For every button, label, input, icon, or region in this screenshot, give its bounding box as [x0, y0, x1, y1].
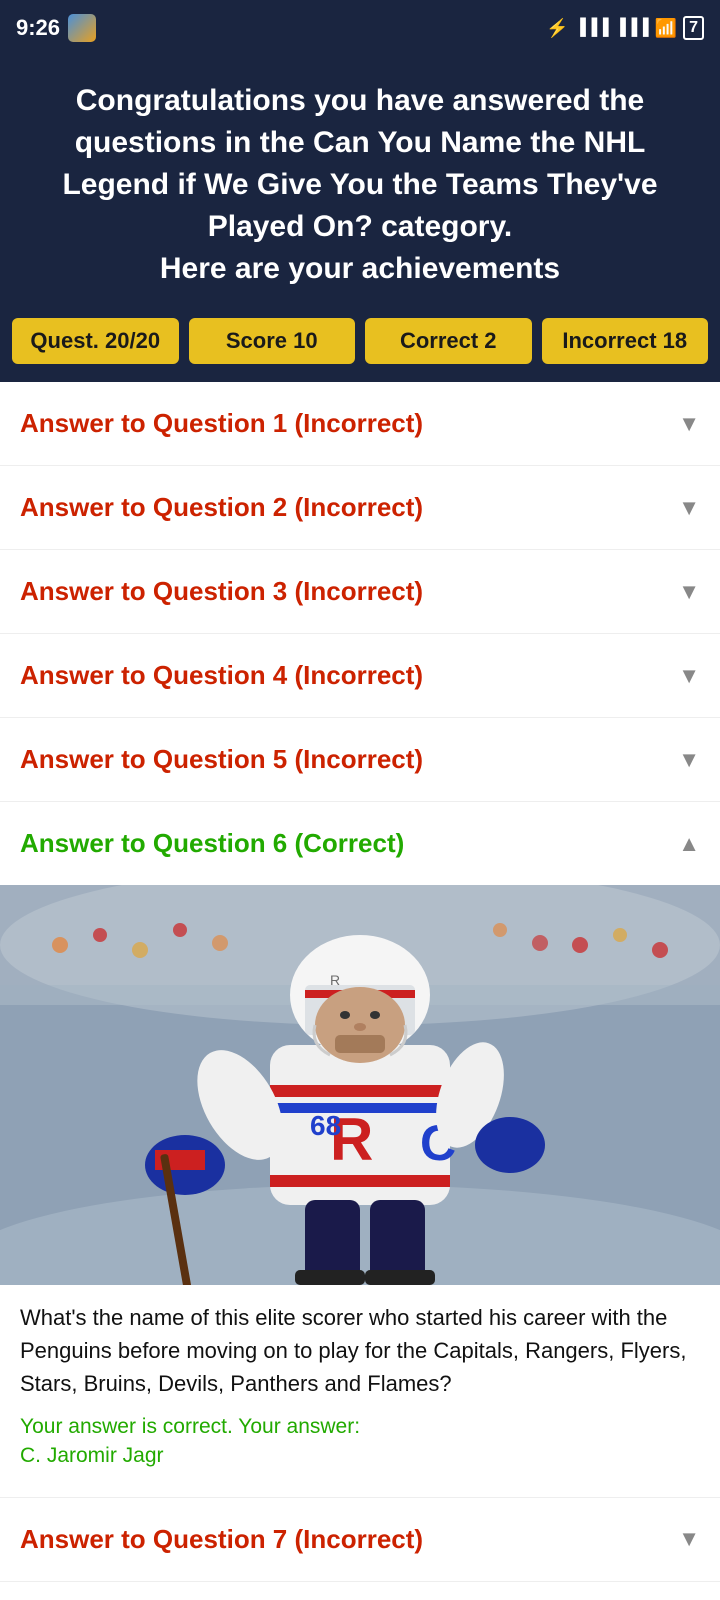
accordion-label-2: Answer to Question 2 (Incorrect) [20, 492, 423, 523]
signal-icon-2: ▐▐▐ [615, 19, 649, 37]
accordion-label-1: Answer to Question 1 (Incorrect) [20, 408, 423, 439]
accordion-header-6[interactable]: Answer to Question 6 (Correct) ▲ [0, 802, 720, 885]
accordion-label-7: Answer to Question 7 (Incorrect) [20, 1524, 423, 1555]
status-bar-left: 9:26 [16, 14, 96, 42]
bluetooth-icon: ⚡ [546, 18, 568, 39]
svg-text:R: R [330, 972, 340, 988]
answer-question-text-6: What's the name of this elite scorer who… [0, 1285, 720, 1406]
header-section: Congratulations you have answered the qu… [0, 56, 720, 318]
accordion-header-2[interactable]: Answer to Question 2 (Incorrect) ▼ [0, 466, 720, 549]
accordion-item-1: Answer to Question 1 (Incorrect) ▼ [0, 382, 720, 466]
accordion-label-3: Answer to Question 3 (Incorrect) [20, 576, 423, 607]
stats-bar: Quest. 20/20 Score 10 Correct 2 Incorrec… [0, 318, 720, 382]
accordion-item-2: Answer to Question 2 (Incorrect) ▼ [0, 466, 720, 550]
accordion-item-6: Answer to Question 6 (Correct) ▲ [0, 802, 720, 1498]
svg-text:68: 68 [310, 1110, 341, 1141]
accordion-label-5: Answer to Question 5 (Incorrect) [20, 744, 423, 775]
accordion-item-5: Answer to Question 5 (Incorrect) ▼ [0, 718, 720, 802]
chevron-down-icon-1: ▼ [678, 411, 700, 437]
accordion-item-3: Answer to Question 3 (Incorrect) ▼ [0, 550, 720, 634]
wifi-icon: 📶 [655, 18, 677, 39]
accordion-header-1[interactable]: Answer to Question 1 (Incorrect) ▼ [0, 382, 720, 465]
chevron-down-icon-4: ▼ [678, 663, 700, 689]
battery-indicator: 7 [683, 16, 704, 40]
chevron-down-icon-5: ▼ [678, 747, 700, 773]
chevron-down-icon-3: ▼ [678, 579, 700, 605]
app-icon [68, 14, 96, 42]
stat-correct: Correct 2 [365, 318, 532, 364]
accordion-label-6: Answer to Question 6 (Correct) [20, 828, 404, 859]
accordion-content-6: R C 68 [0, 885, 720, 1497]
chevron-down-icon-2: ▼ [678, 495, 700, 521]
accordion-header-7[interactable]: Answer to Question 7 (Incorrect) ▼ [0, 1498, 720, 1581]
answer-result-6: Your answer is correct. Your answer: C. … [0, 1406, 720, 1477]
accordion-item-7: Answer to Question 7 (Incorrect) ▼ [0, 1498, 720, 1582]
accordion-label-4: Answer to Question 4 (Incorrect) [20, 660, 423, 691]
accordion-header-5[interactable]: Answer to Question 5 (Incorrect) ▼ [0, 718, 720, 801]
chevron-up-icon-6: ▲ [678, 831, 700, 857]
accordion-header-4[interactable]: Answer to Question 4 (Incorrect) ▼ [0, 634, 720, 717]
answer-image-6: R C 68 [0, 885, 720, 1285]
accordion-header-3[interactable]: Answer to Question 3 (Incorrect) ▼ [0, 550, 720, 633]
stat-incorrect: Incorrect 18 [542, 318, 709, 364]
signal-icon-1: ▐▐▐ [575, 19, 609, 37]
stat-questions: Quest. 20/20 [12, 318, 179, 364]
header-title: Congratulations you have answered the qu… [30, 80, 690, 290]
status-bar-right: ⚡ ▐▐▐ ▐▐▐ 📶 7 [546, 16, 704, 40]
chevron-down-icon-7: ▼ [678, 1526, 700, 1552]
time-display: 9:26 [16, 15, 60, 41]
accordion-list: Answer to Question 1 (Incorrect) ▼ Answe… [0, 382, 720, 1582]
stat-score: Score 10 [189, 318, 356, 364]
accordion-item-4: Answer to Question 4 (Incorrect) ▼ [0, 634, 720, 718]
status-bar: 9:26 ⚡ ▐▐▐ ▐▐▐ 📶 7 [0, 0, 720, 56]
